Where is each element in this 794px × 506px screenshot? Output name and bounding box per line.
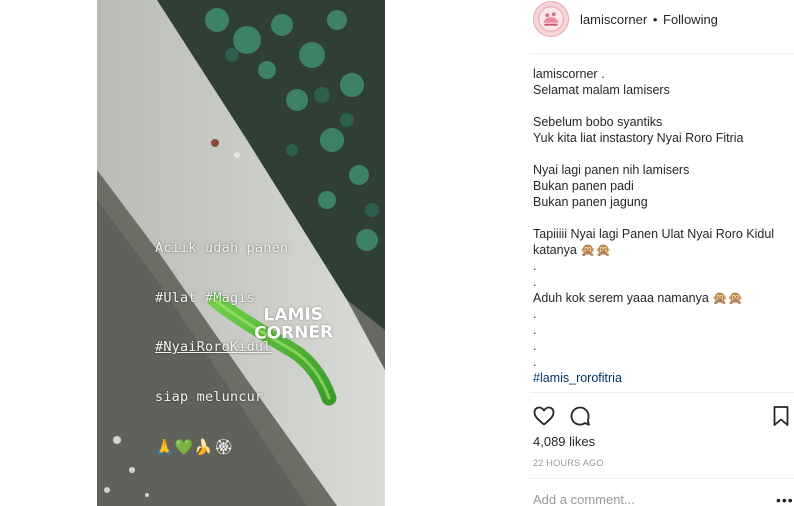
caption-line: Bukan panen padi	[533, 179, 634, 193]
bookmark-icon[interactable]	[769, 404, 793, 428]
caption-line: .	[533, 275, 537, 289]
following-button[interactable]: Following	[663, 12, 718, 27]
caption-line: lamiscorner .	[533, 66, 791, 82]
profile-picture-icon	[534, 2, 568, 36]
story-text-line: Aciik udah panen	[155, 240, 289, 256]
story-emojis: 🙏💚🍌🏵	[155, 438, 235, 456]
caption-line: Aduh kok serem yaaa namanya 🙊🙊	[533, 291, 744, 305]
story-text-line: siap meluncur	[155, 388, 264, 405]
caption-line: .	[533, 339, 537, 353]
story-overlay-text: Aciik udah panen #Ulat #Magis #NyaiRoroK…	[155, 207, 288, 489]
caption-text: .	[597, 67, 605, 81]
caption-line: Selamat malam lamisers	[533, 83, 670, 97]
story-text-line: #Ulat #Magis	[155, 289, 255, 306]
avatar[interactable]	[533, 1, 569, 37]
caption-line: .	[533, 323, 537, 337]
caption-username[interactable]: lamiscorner	[533, 67, 598, 81]
divider	[530, 392, 794, 393]
post-header: lamiscorner • Following	[530, 0, 794, 52]
caption-hashtag-link[interactable]: #lamis_rorofitria	[533, 370, 791, 386]
caption-line: katanya 🙊🙊	[533, 243, 612, 257]
comment-bubble-icon[interactable]	[568, 404, 592, 428]
action-bar	[530, 404, 794, 428]
watermark-line: CORNER	[253, 322, 334, 344]
more-options-icon[interactable]: •••	[776, 492, 794, 506]
divider	[530, 53, 794, 54]
caption-line: .	[533, 259, 537, 273]
comment-input[interactable]	[533, 490, 763, 506]
post-sidebar: lamiscorner • Following lamiscorner . Se…	[530, 0, 794, 506]
caption-line: Bukan panen jagung	[533, 195, 648, 209]
caption-line	[533, 210, 791, 226]
likes-count[interactable]: 4,089 likes	[533, 434, 595, 449]
post-caption: lamiscorner . Selamat malam lamisers Seb…	[533, 66, 791, 386]
caption-line: .	[533, 355, 537, 369]
caption-line: Tapiiiii Nyai lagi Panen Ulat Nyai Roro …	[533, 227, 775, 241]
watermark-logo: LAMIS CORNER	[253, 304, 334, 344]
caption-line: Yuk kita liat instastory Nyai Roro Fitri…	[533, 131, 744, 145]
heart-outline-icon[interactable]	[532, 404, 556, 428]
header-user-info: lamiscorner • Following	[580, 12, 718, 27]
caption-line: Sebelum bobo syantiks	[533, 115, 663, 129]
header-username[interactable]: lamiscorner	[580, 12, 647, 27]
caption-line: .	[533, 307, 537, 321]
divider	[530, 478, 794, 479]
post-media[interactable]: Aciik udah panen #Ulat #Magis #NyaiRoroK…	[97, 0, 385, 506]
caption-line	[533, 146, 791, 162]
post-timestamp[interactable]: 22 HOURS AGO	[533, 458, 604, 468]
separator-dot: •	[652, 12, 658, 27]
caption-line	[533, 98, 791, 114]
caption-line: Nyai lagi panen nih lamisers	[533, 163, 690, 177]
